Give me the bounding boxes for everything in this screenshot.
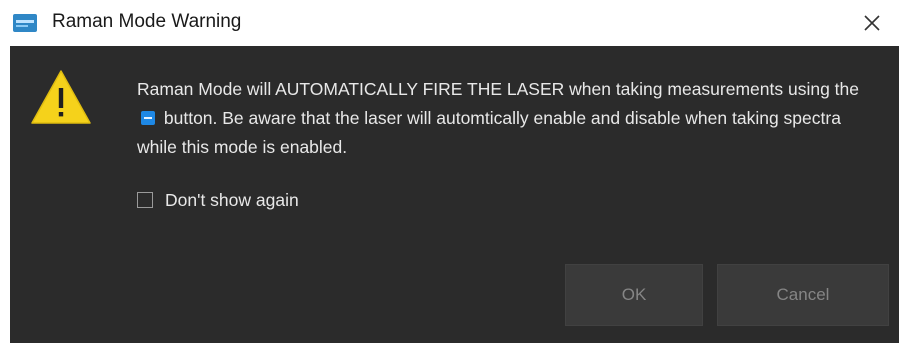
warning-message: Raman Mode will AUTOMATICALLY FIRE THE L…: [137, 75, 877, 162]
warning-triangle-icon: [30, 68, 92, 131]
ok-button[interactable]: OK: [565, 264, 703, 326]
dont-show-again-checkbox[interactable]: [137, 192, 153, 208]
app-logo-icon: [13, 14, 37, 32]
message-text-part2: button. Be aware that the laser will aut…: [137, 108, 841, 157]
window-title: Raman Mode Warning: [52, 11, 242, 32]
measure-button-icon: [141, 111, 155, 125]
title-bar[interactable]: Raman Mode Warning: [0, 0, 899, 46]
dont-show-again-label[interactable]: Don't show again: [165, 190, 299, 211]
dialog-body: Raman Mode will AUTOMATICALLY FIRE THE L…: [10, 46, 899, 343]
message-text-part1: Raman Mode will AUTOMATICALLY FIRE THE L…: [137, 79, 860, 99]
close-button[interactable]: [852, 4, 892, 42]
close-icon: [864, 15, 880, 31]
cancel-button[interactable]: Cancel: [717, 264, 889, 326]
raman-mode-warning-dialog: Raman Mode Warning Raman Mode will AUTOM…: [0, 0, 899, 343]
